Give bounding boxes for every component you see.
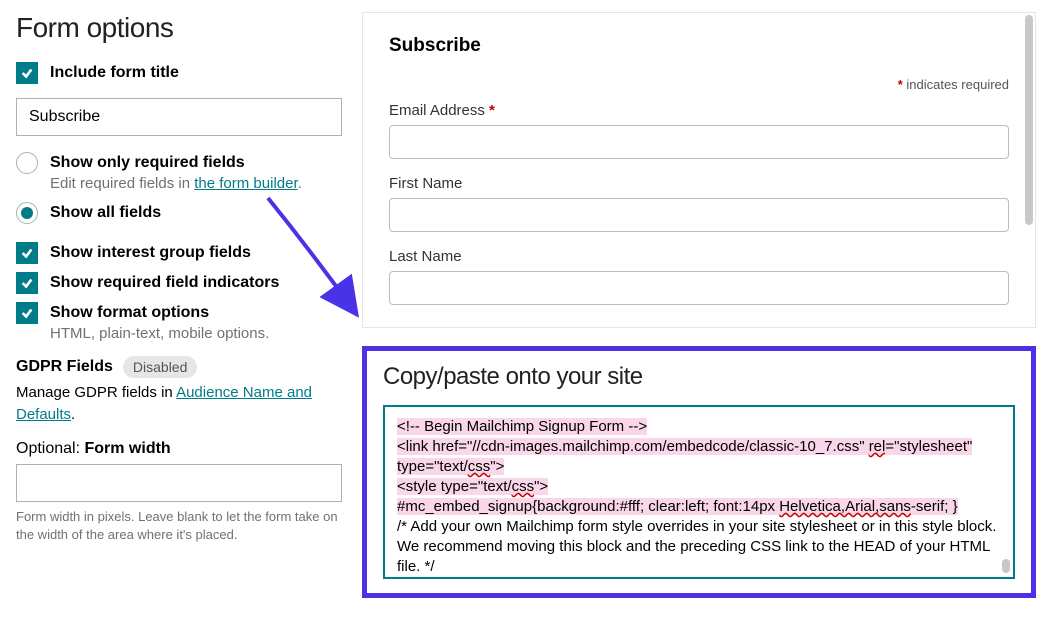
gdpr-label: GDPR Fields — [16, 358, 113, 376]
gdpr-badge: Disabled — [123, 356, 197, 378]
interest-label: Show interest group fields — [50, 242, 251, 264]
indicators-label: Show required field indicators — [50, 272, 279, 294]
form-title-input[interactable] — [16, 98, 342, 136]
first-name-field[interactable] — [389, 198, 1009, 232]
indicators-checkbox[interactable] — [16, 272, 38, 294]
email-field[interactable] — [389, 125, 1009, 159]
show-all-label: Show all fields — [50, 202, 161, 224]
form-width-input[interactable] — [16, 464, 342, 502]
format-label: Show format options — [50, 302, 269, 324]
include-title-checkbox[interactable] — [16, 62, 38, 84]
show-required-label: Show only required fields — [50, 152, 302, 174]
show-all-radio[interactable] — [16, 202, 38, 224]
show-required-radio[interactable] — [16, 152, 38, 174]
last-name-label: Last Name — [389, 248, 1009, 265]
code-heading: Copy/paste onto your site — [383, 363, 1015, 391]
options-heading: Form options — [16, 12, 342, 44]
include-title-label: Include form title — [50, 62, 179, 84]
form-preview: Subscribe * indicates required Email Add… — [362, 12, 1036, 328]
preview-scrollbar[interactable] — [1025, 15, 1033, 225]
code-section: Copy/paste onto your site <!-- Begin Mai… — [362, 346, 1036, 598]
preview-title: Subscribe — [389, 35, 1009, 57]
options-panel: Form options Include form title Show onl… — [16, 12, 342, 598]
code-scrollbar[interactable] — [1002, 559, 1010, 573]
asterisk-icon: * — [898, 77, 903, 92]
format-sublabel: HTML, plain-text, mobile options. — [50, 324, 269, 344]
form-builder-link[interactable]: the form builder — [194, 175, 297, 192]
format-checkbox[interactable] — [16, 302, 38, 324]
first-name-label: First Name — [389, 175, 1009, 192]
interest-checkbox[interactable] — [16, 242, 38, 264]
width-hint: Form width in pixels. Leave blank to let… — [16, 508, 342, 544]
embed-code-textarea[interactable]: <!-- Begin Mailchimp Signup Form --> <li… — [383, 405, 1015, 579]
last-name-field[interactable] — [389, 271, 1009, 305]
